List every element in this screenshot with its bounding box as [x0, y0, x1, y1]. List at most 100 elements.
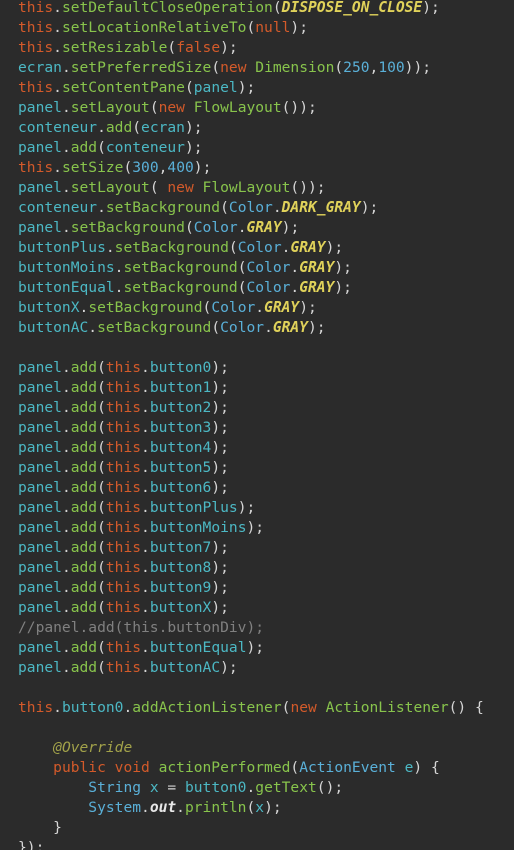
code-token: this [105, 539, 142, 556]
code-token: . [53, 0, 62, 16]
code-line[interactable]: buttonX.setBackground(Color.GRAY); [18, 298, 317, 318]
code-token: ( [97, 399, 106, 416]
code-line[interactable]: panel.add(this.button2); [18, 398, 229, 418]
code-line[interactable]: panel.add(this.button8); [18, 558, 229, 578]
code-token: 300 [132, 159, 159, 176]
code-line[interactable]: panel.add(this.buttonX); [18, 598, 229, 618]
code-line[interactable]: buttonAC.setBackground(Color.GRAY); [18, 318, 326, 338]
code-token: conteneur [18, 199, 98, 216]
code-token: this [105, 519, 142, 536]
code-token: button2 [149, 399, 212, 416]
code-line[interactable]: this.setSize(300,400); [18, 158, 211, 178]
code-token: . [237, 219, 247, 236]
code-token: buttonX [18, 299, 80, 316]
code-token: . [141, 559, 150, 576]
code-token: add [70, 459, 98, 476]
code-token: ); [211, 479, 229, 496]
code-line[interactable]: this.setDefaultCloseOperation(DISPOSE_ON… [18, 0, 440, 18]
code-line[interactable]: System.out.println(x); [18, 798, 281, 818]
code-token: () { [448, 699, 484, 716]
code-line[interactable]: panel.add(this.button6); [18, 478, 229, 498]
code-token: this [105, 439, 142, 456]
code-line[interactable]: }); [18, 838, 44, 850]
code-line[interactable]: panel.setBackground(Color.GRAY); [18, 218, 299, 238]
code-token: ( [97, 659, 106, 676]
code-token: GRAY [290, 239, 326, 256]
code-line[interactable]: this.button0.addActionListener(new Actio… [18, 698, 484, 718]
code-line[interactable]: public void actionPerformed(ActionEvent … [18, 758, 440, 778]
code-token: setContentPane [61, 79, 185, 96]
code-token: add [105, 119, 133, 136]
code-token: . [61, 559, 71, 576]
code-line[interactable]: buttonPlus.setBackground(Color.GRAY); [18, 238, 343, 258]
code-token: add [70, 519, 98, 536]
code-token: . [53, 39, 62, 56]
code-line[interactable]: } [18, 818, 62, 838]
code-token: . [61, 419, 71, 436]
code-line[interactable]: panel.add(conteneur); [18, 138, 203, 158]
code-line[interactable]: panel.add(this.button1); [18, 378, 229, 398]
code-token: button7 [149, 539, 212, 556]
code-line[interactable]: buttonMoins.setBackground(Color.GRAY); [18, 258, 352, 278]
code-token: setSize [61, 159, 124, 176]
code-token: add [70, 479, 98, 496]
code-editor[interactable]: this.setDefaultCloseOperation(DISPOSE_ON… [0, 0, 514, 850]
code-token: . [61, 499, 71, 516]
code-line[interactable]: this.setContentPane(panel); [18, 78, 255, 98]
code-line[interactable]: panel.add(this.buttonMoins); [18, 518, 264, 538]
code-line[interactable]: conteneur.setBackground(Color.DARK_GRAY)… [18, 198, 378, 218]
code-token: . [61, 359, 71, 376]
code-token: ActionListener [325, 699, 449, 716]
code-token: ( [149, 99, 159, 116]
code-token: ); [211, 559, 229, 576]
code-token: . [53, 79, 62, 96]
code-token: this [105, 499, 142, 516]
code-line[interactable]: String x = button0.getText(); [18, 778, 343, 798]
code-line[interactable]: panel.setLayout( new FlowLayout()); [18, 178, 326, 198]
code-line[interactable]: panel.add(this.button5); [18, 458, 229, 478]
code-line[interactable]: panel.setLayout(new FlowLayout()); [18, 98, 317, 118]
code-token: panel [18, 659, 62, 676]
code-token: ( [184, 79, 194, 96]
code-token: setBackground [105, 199, 221, 216]
code-line[interactable]: buttonEqual.setBackground(Color.GRAY); [18, 278, 352, 298]
code-token: . [97, 119, 106, 136]
code-line[interactable]: panel.add(this.buttonPlus); [18, 498, 255, 518]
code-line[interactable]: panel.add(this.buttonAC); [18, 658, 238, 678]
code-token: . [61, 379, 71, 396]
code-token: Dimension [255, 59, 335, 76]
code-line[interactable]: panel.add(this.button0); [18, 358, 229, 378]
code-line[interactable]: panel.add(this.button9); [18, 578, 229, 598]
code-line[interactable]: panel.add(this.button7); [18, 538, 229, 558]
code-token: 400 [167, 159, 194, 176]
code-line[interactable]: @Override [18, 738, 132, 758]
code-token: FlowLayout [193, 99, 282, 116]
code-token: GRAY [299, 259, 335, 276]
code-token: buttonAC [18, 319, 89, 336]
code-token: buttonEqual [149, 639, 247, 656]
code-token: ( [97, 519, 106, 536]
code-line[interactable]: panel.add(this.buttonEqual); [18, 638, 264, 658]
code-line[interactable]: this.setResizable(false); [18, 38, 238, 58]
code-token: add [70, 419, 98, 436]
code-token: setResizable [61, 39, 168, 56]
code-token: . [141, 359, 150, 376]
code-token: setBackground [88, 299, 203, 316]
code-token: ( [97, 499, 106, 516]
code-token: ( [97, 139, 106, 156]
code-token: ( [220, 199, 229, 216]
code-token: ); [237, 79, 256, 96]
code-token: ); [237, 499, 256, 516]
code-line[interactable]: ecran.setPreferredSize(new Dimension(250… [18, 58, 431, 78]
code-token: panel [18, 359, 62, 376]
code-line[interactable]: panel.add(this.button3); [18, 418, 229, 438]
code-token: } [18, 819, 62, 836]
code-token: out [149, 799, 177, 816]
code-token: ( [211, 319, 221, 336]
code-token: ); [290, 19, 308, 36]
code-line[interactable]: panel.add(this.button4); [18, 438, 229, 458]
code-line[interactable]: //panel.add(this.buttonDiv); [18, 618, 264, 638]
code-line[interactable]: this.setLocationRelativeTo(null); [18, 18, 308, 38]
code-line[interactable]: conteneur.add(ecran); [18, 118, 203, 138]
